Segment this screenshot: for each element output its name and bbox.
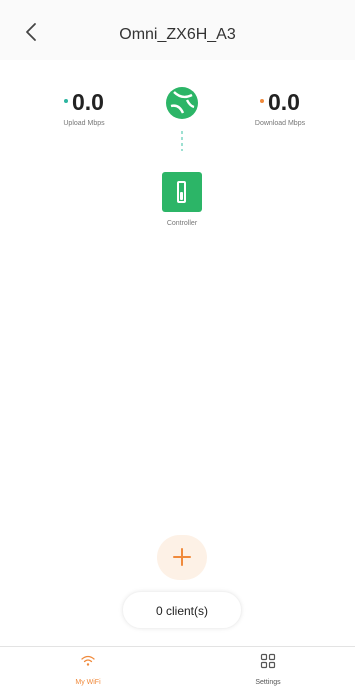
dashed-connector-icon xyxy=(181,131,183,151)
bottom-nav: My WiFi Settings xyxy=(0,646,355,690)
plus-icon xyxy=(173,548,191,566)
connection-line xyxy=(180,131,184,151)
controller-node[interactable] xyxy=(162,172,202,212)
clients-count-button[interactable]: 0 client(s) xyxy=(122,591,242,629)
clients-count-label: 0 client(s) xyxy=(155,604,208,618)
grid-icon xyxy=(260,653,276,669)
nav-label-my-wifi: My WiFi xyxy=(75,679,101,686)
download-label: Download Mbps xyxy=(254,120,306,127)
controller-device-icon xyxy=(177,181,186,203)
upload-dot-icon xyxy=(64,98,68,103)
add-client-button[interactable] xyxy=(157,535,207,580)
upload-label: Upload Mbps xyxy=(63,120,105,127)
wifi-icon xyxy=(81,655,95,666)
nav-label-settings: Settings xyxy=(255,679,281,686)
download-value: 0.0 xyxy=(268,89,300,115)
upload-value: 0.0 xyxy=(72,89,104,115)
upload-stat: 0.0 Upload Mbps xyxy=(44,88,124,127)
nav-tab-settings[interactable]: Settings xyxy=(228,653,308,686)
app-header: Omni_ZX6H_A3 xyxy=(0,0,355,60)
controller-label: Controller xyxy=(166,220,198,227)
globe-icon xyxy=(166,87,198,119)
download-value-row: 0.0 xyxy=(238,88,322,116)
page-title: Omni_ZX6H_A3 xyxy=(119,26,236,43)
download-dot-icon xyxy=(260,98,264,103)
download-stat: 0.0 Download Mbps xyxy=(238,88,322,127)
internet-node[interactable] xyxy=(165,86,199,120)
nav-tab-my-wifi[interactable]: My WiFi xyxy=(48,653,128,686)
upload-value-row: 0.0 xyxy=(44,88,124,116)
